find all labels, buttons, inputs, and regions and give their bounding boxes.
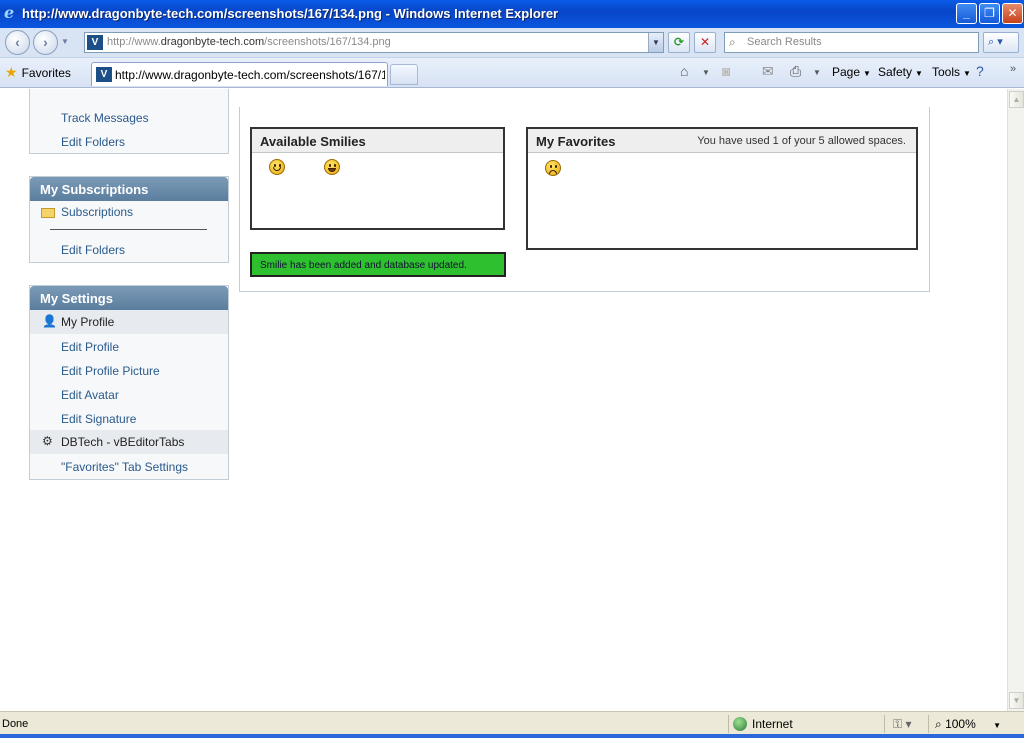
vertical-scrollbar[interactable]: ▲ ▼ — [1007, 89, 1024, 711]
address-toolbar: ‹ › ▼ V http://www.dragonbyte-tech.com/s… — [0, 28, 1024, 58]
tab-favicon-icon: V — [96, 67, 112, 82]
tab-title: http://www.dragonbyte-tech.com/screensho… — [115, 68, 385, 82]
window-title: http://www.dragonbyte-tech.com/screensho… — [22, 6, 559, 21]
home-icon[interactable]: ⌂ — [680, 63, 688, 79]
status-text: Done — [2, 718, 29, 730]
globe-icon — [733, 717, 747, 731]
feeds-icon[interactable]: ◙ — [722, 63, 730, 79]
address-input[interactable]: V http://www.dragonbyte-tech.com/screens… — [84, 32, 664, 53]
back-button[interactable]: ‹ — [5, 30, 30, 55]
tools-menu[interactable]: Tools ▼ — [932, 65, 971, 79]
search-input[interactable]: ⌕ Search Results — [724, 32, 979, 53]
zoom-control[interactable]: ⌕ 100% ▼ — [935, 717, 1001, 732]
page-viewport: Track Messages Edit Folders My Subscript… — [0, 89, 1007, 711]
search-icon: ⌕ — [729, 35, 736, 49]
minimize-button[interactable]: _ — [956, 3, 977, 24]
browser-tab-active[interactable]: V http://www.dragonbyte-tech.com/screens… — [91, 62, 388, 86]
taskbar-strip — [0, 734, 1024, 738]
search-go-button[interactable]: ⌕ ▾ — [983, 32, 1019, 53]
scroll-down-arrow[interactable]: ▼ — [1009, 692, 1024, 709]
messages-block: Track Messages Edit Folders — [29, 89, 229, 154]
title-bar: e http://www.dragonbyte-tech.com/screens… — [0, 0, 1024, 28]
protected-mode-icon[interactable]: ⚿ ▾ — [893, 717, 912, 732]
stop-button[interactable]: ✕ — [694, 32, 716, 53]
favorites-usage-note: You have used 1 of your 5 allowed spaces… — [697, 135, 906, 147]
settings-block: My Settings 👤 My Profile Edit Profile Ed… — [29, 285, 229, 480]
my-favorites-title: My Favorites — [536, 134, 616, 149]
site-favicon-icon: V — [87, 35, 103, 50]
divider — [50, 229, 207, 230]
home-dropdown[interactable]: ▼ — [702, 68, 710, 77]
smile-icon[interactable] — [269, 159, 285, 175]
edit-profile-link[interactable]: Edit Profile — [61, 340, 119, 354]
my-profile-section: 👤 My Profile — [30, 310, 228, 334]
scroll-up-arrow[interactable]: ▲ — [1009, 91, 1024, 108]
subscriptions-header: My Subscriptions — [30, 177, 228, 201]
track-messages-link[interactable]: Track Messages — [61, 111, 149, 125]
mail-icon[interactable]: ✉ — [762, 63, 774, 80]
available-smilies-title: Available Smilies — [260, 134, 366, 149]
subscriptions-link[interactable]: Subscriptions — [61, 205, 133, 219]
forward-button[interactable]: › — [33, 30, 58, 55]
print-dropdown[interactable]: ▼ — [813, 68, 821, 77]
success-message: Smilie has been added and database updat… — [250, 252, 506, 277]
gear-icon: ⚙ — [42, 434, 53, 448]
search-placeholder: Search Results — [747, 36, 822, 48]
favorites-tab-settings-link[interactable]: "Favorites" Tab Settings — [61, 460, 188, 474]
edit-signature-link[interactable]: Edit Signature — [61, 412, 136, 426]
edit-folders-link[interactable]: Edit Folders — [61, 135, 125, 149]
favorites-button[interactable]: ★ Favorites — [5, 64, 71, 81]
user-icon: 👤 — [42, 314, 57, 328]
dbtech-section: ⚙ DBTech - vBEditorTabs — [30, 430, 228, 454]
edit-folders-link[interactable]: Edit Folders — [61, 243, 125, 257]
folder-icon — [41, 208, 55, 218]
available-smilies-panel: Available Smilies — [250, 127, 505, 230]
maximize-button[interactable]: ❐ — [979, 3, 1000, 24]
edit-profile-picture-link[interactable]: Edit Profile Picture — [61, 364, 160, 378]
close-button[interactable]: ✕ — [1002, 3, 1023, 24]
recent-pages-dropdown[interactable]: ▼ — [61, 38, 69, 46]
security-zone[interactable]: Internet — [733, 717, 793, 731]
refresh-button[interactable]: ⟳ — [668, 32, 690, 53]
subscriptions-block: My Subscriptions Subscriptions Edit Fold… — [29, 176, 229, 263]
safety-menu[interactable]: Safety ▼ — [878, 65, 923, 79]
address-url: http://www.dragonbyte-tech.com/screensho… — [107, 36, 391, 48]
settings-header: My Settings — [30, 286, 228, 310]
ie-logo-icon: e — [4, 3, 15, 22]
page-menu[interactable]: Page ▼ — [832, 65, 871, 79]
grin-icon[interactable] — [324, 159, 340, 175]
toolbar-overflow-icon[interactable]: » — [1010, 63, 1016, 75]
print-icon[interactable]: ⎙ — [790, 63, 801, 80]
star-icon: ★ — [5, 64, 18, 80]
address-dropdown-button[interactable]: ▼ — [648, 33, 663, 52]
my-favorites-panel: My Favorites You have used 1 of your 5 a… — [526, 127, 918, 250]
frown-icon[interactable] — [545, 160, 561, 176]
new-tab-button[interactable] — [390, 64, 418, 85]
help-icon[interactable]: ? — [976, 63, 984, 79]
edit-avatar-link[interactable]: Edit Avatar — [61, 388, 119, 402]
tab-toolbar: ★ Favorites V http://www.dragonbyte-tech.… — [0, 58, 1024, 88]
